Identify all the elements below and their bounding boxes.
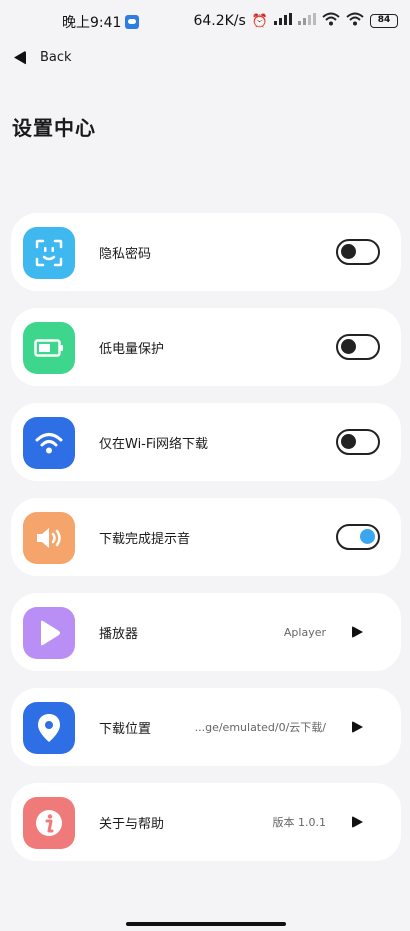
status-time-group: 晚上9:41	[62, 12, 140, 32]
wifi-only-toggle[interactable]	[336, 429, 380, 455]
wifi-icon	[23, 417, 75, 469]
alarm-icon: ⏰	[251, 13, 268, 29]
back-button[interactable]: Back	[14, 50, 72, 65]
setting-label: 仅在Wi-Fi网络下载	[99, 436, 209, 452]
chevron-right-icon	[352, 721, 363, 733]
page-title: 设置中心	[12, 116, 96, 140]
chevron-right-icon	[352, 816, 363, 828]
wifi-status-icon	[322, 12, 340, 30]
setting-value: Aplayer	[283, 625, 326, 639]
back-label: Back	[40, 50, 72, 65]
battery-icon	[23, 322, 75, 374]
setting-value: 版本 1.0.1	[272, 816, 327, 829]
setting-download-location[interactable]: 下载位置 ...ge/emulated/0/云下载/	[11, 688, 401, 766]
wifi-status-icon-2	[346, 12, 364, 30]
setting-about-help[interactable]: 关于与帮助 版本 1.0.1	[11, 783, 401, 861]
status-indicators: 64.2K/s ⏰ 84	[193, 12, 398, 30]
back-arrow-icon	[14, 50, 26, 65]
status-time: 晚上9:41	[62, 15, 122, 31]
home-indicator[interactable]	[126, 922, 286, 926]
setting-label: 下载位置	[99, 721, 152, 737]
toggle-knob	[341, 339, 356, 354]
setting-label: 下载完成提示音	[99, 531, 191, 547]
setting-player[interactable]: 播放器 Aplayer	[11, 593, 401, 671]
toggle-knob	[360, 529, 375, 544]
setting-label: 低电量保护	[99, 341, 165, 357]
network-speed: 64.2K/s	[193, 13, 246, 29]
setting-download-complete-sound[interactable]: 下载完成提示音	[11, 498, 401, 576]
battery-indicator: 84	[370, 14, 398, 28]
setting-label: 关于与帮助	[99, 816, 165, 832]
toggle-knob	[341, 244, 356, 259]
setting-label: 播放器	[99, 626, 139, 642]
setting-label: 隐私密码	[99, 246, 152, 262]
speaker-icon	[23, 512, 75, 564]
low-battery-toggle[interactable]	[336, 334, 380, 360]
toggle-knob	[341, 434, 356, 449]
privacy-password-toggle[interactable]	[336, 239, 380, 265]
signal-weak-icon	[298, 13, 316, 29]
chevron-right-icon	[352, 626, 363, 638]
signal-icon	[274, 13, 292, 29]
privacy-face-icon	[23, 227, 75, 279]
cloud-notification-icon	[125, 15, 140, 29]
info-icon	[23, 797, 75, 849]
setting-value: ...ge/emulated/0/云下载/	[194, 721, 326, 734]
setting-wifi-only-download[interactable]: 仅在Wi-Fi网络下载	[11, 403, 401, 481]
play-icon	[23, 607, 75, 659]
download-sound-toggle[interactable]	[336, 524, 380, 550]
status-bar: 晚上9:41 64.2K/s ⏰ 84	[0, 0, 410, 40]
location-pin-icon	[23, 702, 75, 754]
setting-privacy-password[interactable]: 隐私密码	[11, 213, 401, 291]
setting-low-battery-protection[interactable]: 低电量保护	[11, 308, 401, 386]
